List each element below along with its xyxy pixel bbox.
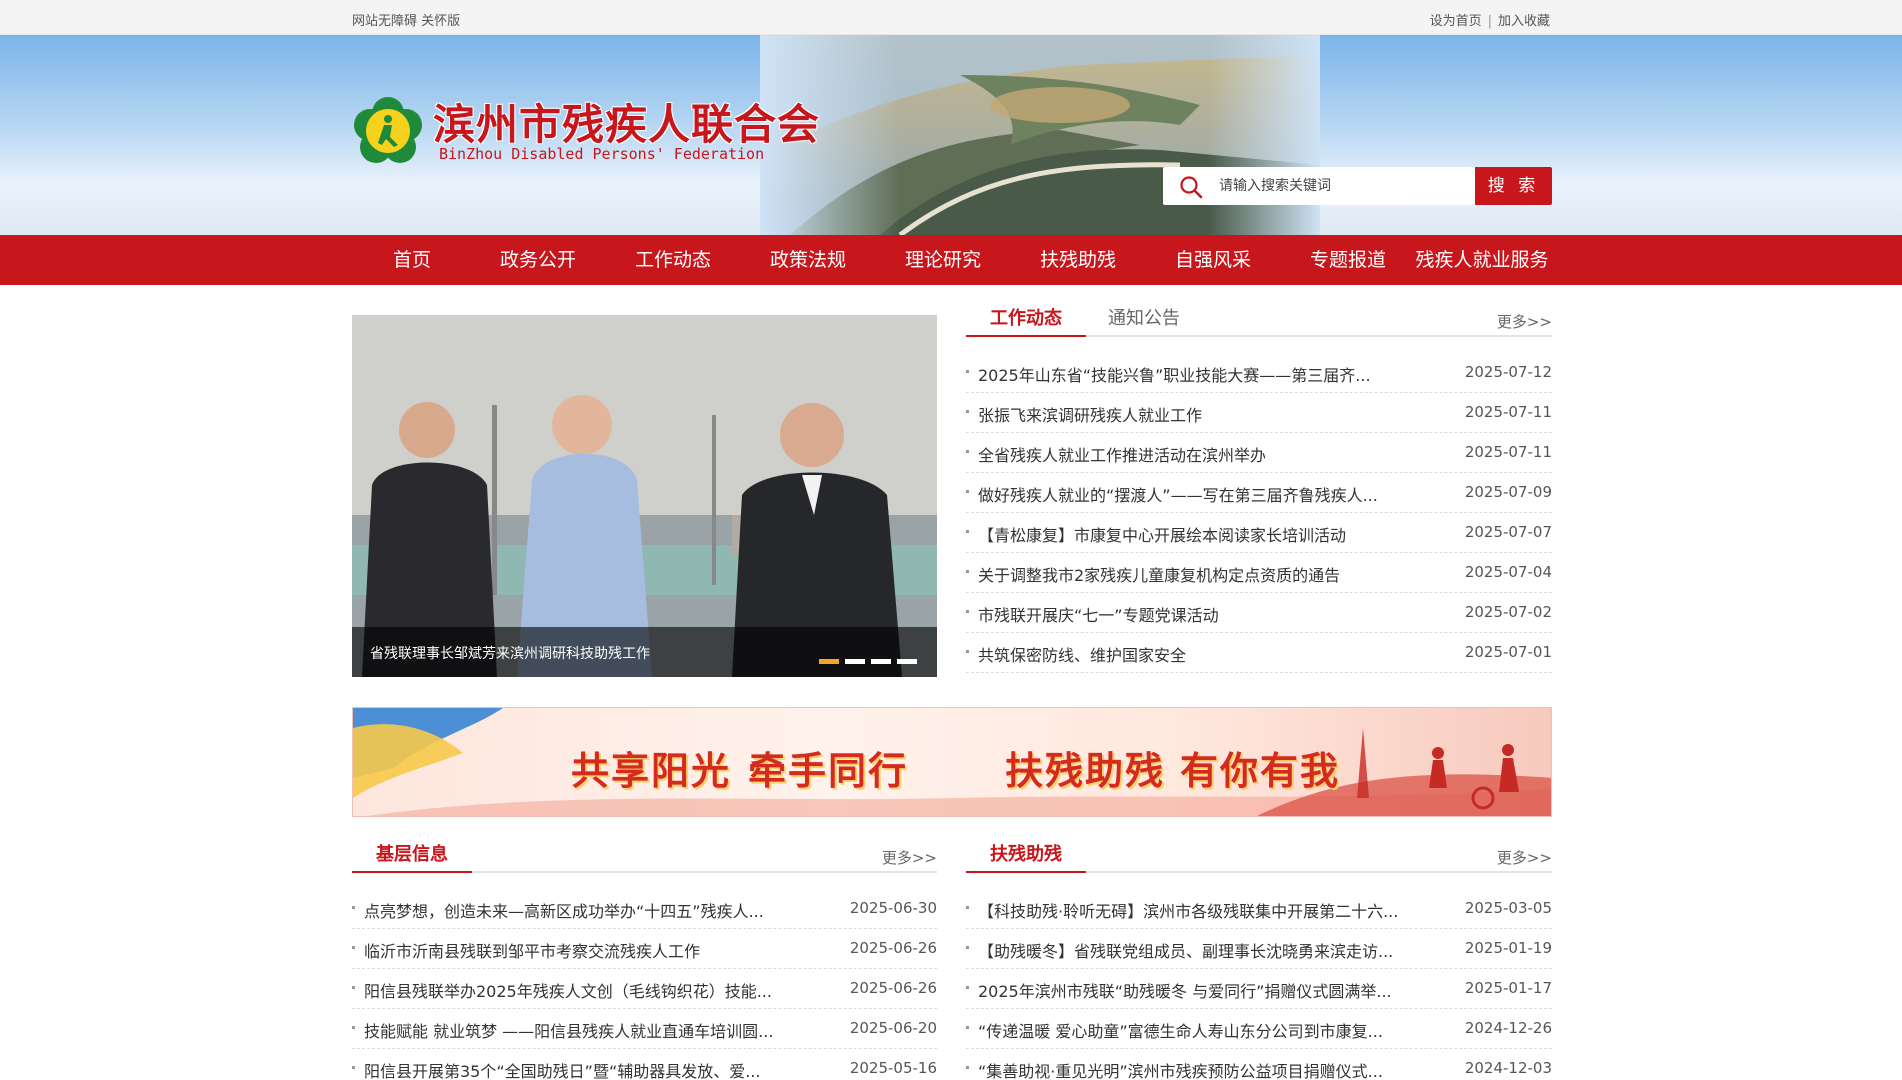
slider-indicators	[813, 649, 917, 668]
grassroots-panel: 基层信息 更多>> 点亮梦想，创造未来—高新区成功举办“十四五”残疾人... 20…	[352, 843, 937, 1080]
list-item[interactable]: 做好残疾人就业的“摆渡人”——写在第三届齐鲁残疾人... 2025-07-09	[966, 473, 1552, 513]
search-input[interactable]	[1219, 175, 1459, 197]
set-home-link[interactable]: 设为首页	[1430, 14, 1482, 29]
news-more-link[interactable]: 更多>>	[1497, 311, 1552, 332]
list-item[interactable]: 张振飞来滨调研残疾人就业工作 2025-07-11	[966, 393, 1552, 433]
nav-item-help-disabled[interactable]: 扶残助残	[1034, 235, 1122, 285]
help-header: 扶残助残 更多>>	[966, 843, 1552, 873]
search-icon	[1180, 176, 1203, 199]
city-scenery-image	[760, 35, 1320, 235]
list-item[interactable]: 共筑保密防线、维护国家安全 2025-07-01	[966, 633, 1552, 673]
federation-logo-icon	[354, 97, 422, 163]
list-item[interactable]: 【科技助残·聆听无碍】滨州市各级残联集中开展第二十六... 2025-03-05	[966, 889, 1552, 929]
promo-slogan: 共享阳光	[571, 749, 732, 793]
add-favorite-link[interactable]: 加入收藏	[1498, 14, 1550, 29]
slider-dot[interactable]	[871, 659, 891, 664]
tab-work-news[interactable]: 工作动态	[966, 307, 1086, 337]
list-item[interactable]: 2025年山东省“技能兴鲁”职业技能大赛——第三届齐... 2025-07-12	[966, 353, 1552, 393]
grassroots-more-link[interactable]: 更多>>	[882, 847, 937, 868]
promo-slogan: 有你有我	[1180, 749, 1341, 793]
slider-photo	[352, 315, 937, 677]
list-item[interactable]: 市残联开展庆“七一”专题党课活动 2025-07-02	[966, 593, 1552, 633]
search-button[interactable]: 搜 索	[1475, 167, 1552, 205]
list-item[interactable]: 【青松康复】市康复中心开展绘本阅读家长培训活动 2025-07-07	[966, 513, 1552, 553]
top-utility-bar: 网站无障碍 关怀版 设为首页 | 加入收藏	[0, 0, 1902, 35]
promo-slogan: 扶残助残	[1005, 749, 1166, 793]
nav-item-self-improvement[interactable]: 自强风采	[1169, 235, 1257, 285]
list-item[interactable]: 点亮梦想，创造未来—高新区成功举办“十四五”残疾人... 2025-06-30	[352, 889, 937, 929]
help-list: 【科技助残·聆听无碍】滨州市各级残联集中开展第二十六... 2025-03-05 …	[966, 889, 1552, 1080]
help-panel: 扶残助残 更多>> 【科技助残·聆听无碍】滨州市各级残联集中开展第二十六... 2…	[966, 843, 1552, 1080]
help-more-link[interactable]: 更多>>	[1497, 847, 1552, 868]
nav-item-research[interactable]: 理论研究	[899, 235, 987, 285]
grassroots-header: 基层信息 更多>>	[352, 843, 937, 873]
top-right-links: 设为首页 | 加入收藏	[1430, 10, 1550, 29]
promo-slogan: 牵手同行	[748, 749, 909, 793]
news-tabs: 工作动态 通知公告 更多>>	[966, 307, 1552, 337]
news-list: 2025年山东省“技能兴鲁”职业技能大赛——第三届齐... 2025-07-12 …	[966, 353, 1552, 673]
site-subtitle: BinZhou Disabled Persons' Federation	[439, 145, 765, 163]
accessibility-link[interactable]: 网站无障碍 关怀版	[352, 10, 460, 29]
list-item[interactable]: 全省残疾人就业工作推进活动在滨州举办 2025-07-11	[966, 433, 1552, 473]
nav-item-home[interactable]: 首页	[372, 235, 452, 285]
header-banner: 滨州市残疾人联合会 BinZhou Disabled Persons' Fede…	[0, 35, 1902, 235]
slider-caption-bar: 省残联理事长邹斌芳来滨州调研科技助残工作	[352, 627, 937, 677]
main-nav: 首页 政务公开 工作动态 政策法规 理论研究 扶残助残 自强风采 专题报道 残疾…	[0, 235, 1902, 285]
link-separator: |	[1487, 14, 1492, 29]
news-panel: 工作动态 通知公告 更多>> 2025年山东省“技能兴鲁”职业技能大赛——第三届…	[966, 307, 1552, 677]
list-item[interactable]: “传递温暖 爱心助童”富德生命人寿山东分公司到市康复... 2024-12-26	[966, 1009, 1552, 1049]
news-slider[interactable]: 省残联理事长邹斌芳来滨州调研科技助残工作	[352, 315, 937, 677]
list-item[interactable]: 阳信县残联举办2025年残疾人文创（毛线钩织花）技能... 2025-06-26	[352, 969, 937, 1009]
list-item[interactable]: 【助残暖冬】省残联党组成员、副理事长沈晓勇来滨走访... 2025-01-19	[966, 929, 1552, 969]
nav-item-policies[interactable]: 政策法规	[764, 235, 852, 285]
slider-dot[interactable]	[897, 659, 917, 664]
list-item[interactable]: “集善助视·重见光明”滨州市残疾预防公益项目捐赠仪式... 2024-12-03	[966, 1049, 1552, 1080]
list-item[interactable]: 临沂市沂南县残联到邹平市考察交流残疾人工作 2025-06-26	[352, 929, 937, 969]
list-item[interactable]: 2025年滨州市残联“助残暖冬 与爱同行”捐赠仪式圆满举... 2025-01-1…	[966, 969, 1552, 1009]
nav-item-employment-services[interactable]: 残疾人就业服务	[1412, 235, 1552, 285]
promo-decoration	[353, 708, 1551, 816]
list-item[interactable]: 阳信县开展第35个“全国助残日”暨“辅助器具发放、爱... 2025-05-16	[352, 1049, 937, 1080]
slider-caption[interactable]: 省残联理事长邹斌芳来滨州调研科技助残工作	[370, 643, 650, 663]
site-title: 滨州市残疾人联合会	[433, 100, 821, 149]
search-box: 搜 索	[1163, 167, 1552, 205]
list-item[interactable]: 技能赋能 就业筑梦 ——阳信县残疾人就业直通车培训圆... 2025-06-20	[352, 1009, 937, 1049]
tab-notices[interactable]: 通知公告	[1108, 307, 1208, 337]
promo-banner[interactable]: 共享阳光 牵手同行 扶残助残 有你有我	[352, 707, 1552, 817]
nav-item-work-news[interactable]: 工作动态	[629, 235, 717, 285]
section-title[interactable]: 扶残助残	[966, 843, 1086, 873]
nav-item-government-affairs[interactable]: 政务公开	[494, 235, 582, 285]
nav-item-special-reports[interactable]: 专题报道	[1304, 235, 1392, 285]
slider-dot[interactable]	[845, 659, 865, 664]
section-title[interactable]: 基层信息	[352, 843, 472, 873]
grassroots-list: 点亮梦想，创造未来—高新区成功举办“十四五”残疾人... 2025-06-30 临…	[352, 889, 937, 1080]
list-item[interactable]: 关于调整我市2家残疾儿童康复机构定点资质的通告 2025-07-04	[966, 553, 1552, 593]
slider-dot[interactable]	[819, 659, 839, 664]
